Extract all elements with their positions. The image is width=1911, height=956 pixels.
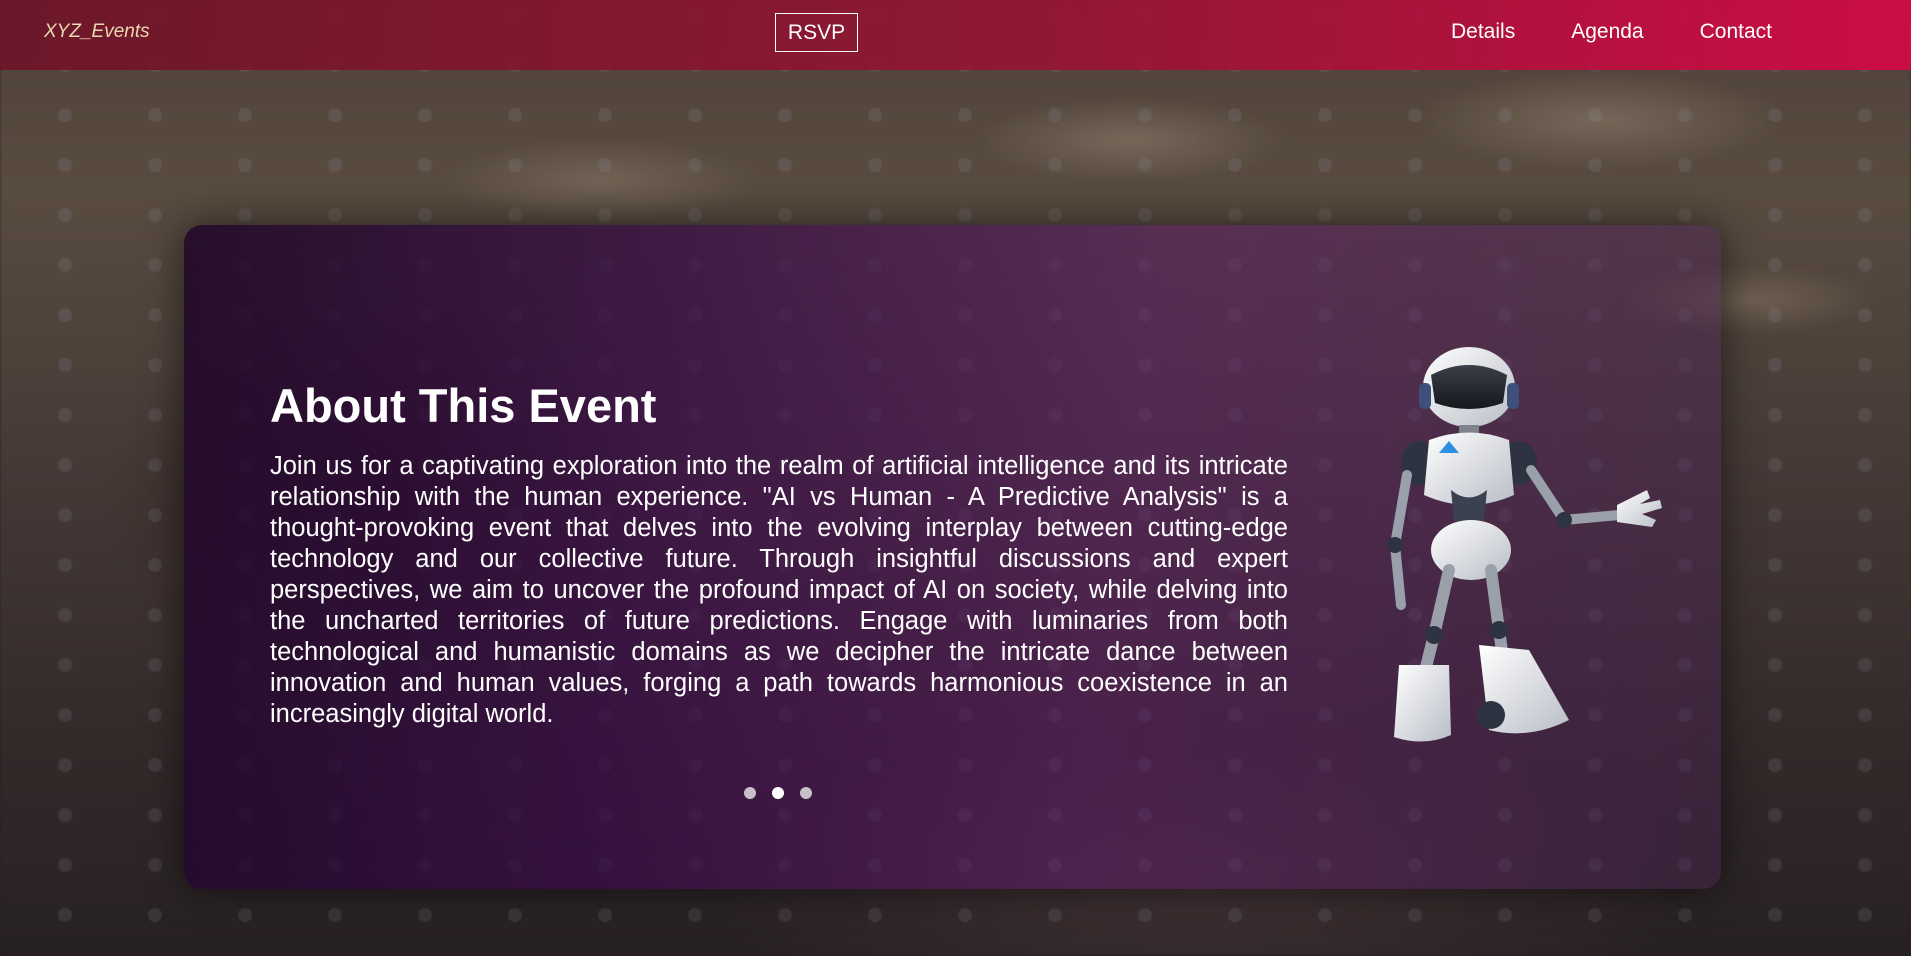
- about-event-card: About This Event Join us for a captivati…: [184, 225, 1721, 889]
- robot-illustration: [1387, 347, 1662, 742]
- about-description: Join us for a captivating exploration in…: [270, 452, 1288, 728]
- brand-logo[interactable]: XYZ_Events: [44, 21, 150, 43]
- nav-link-agenda[interactable]: Agenda: [1571, 20, 1643, 44]
- carousel-dot-1[interactable]: [744, 787, 756, 799]
- about-title: About This Event: [270, 379, 657, 432]
- carousel-dot-2[interactable]: [772, 787, 784, 799]
- nav-link-details[interactable]: Details: [1451, 20, 1515, 44]
- carousel-dot-3[interactable]: [800, 787, 812, 799]
- nav-links: Details Agenda Contact: [1451, 20, 1828, 44]
- top-navbar: XYZ_Events RSVP Details Agenda Contact: [0, 0, 1911, 70]
- carousel-indicators: [744, 787, 812, 799]
- nav-link-contact[interactable]: Contact: [1700, 20, 1772, 44]
- rsvp-button[interactable]: RSVP: [775, 13, 858, 52]
